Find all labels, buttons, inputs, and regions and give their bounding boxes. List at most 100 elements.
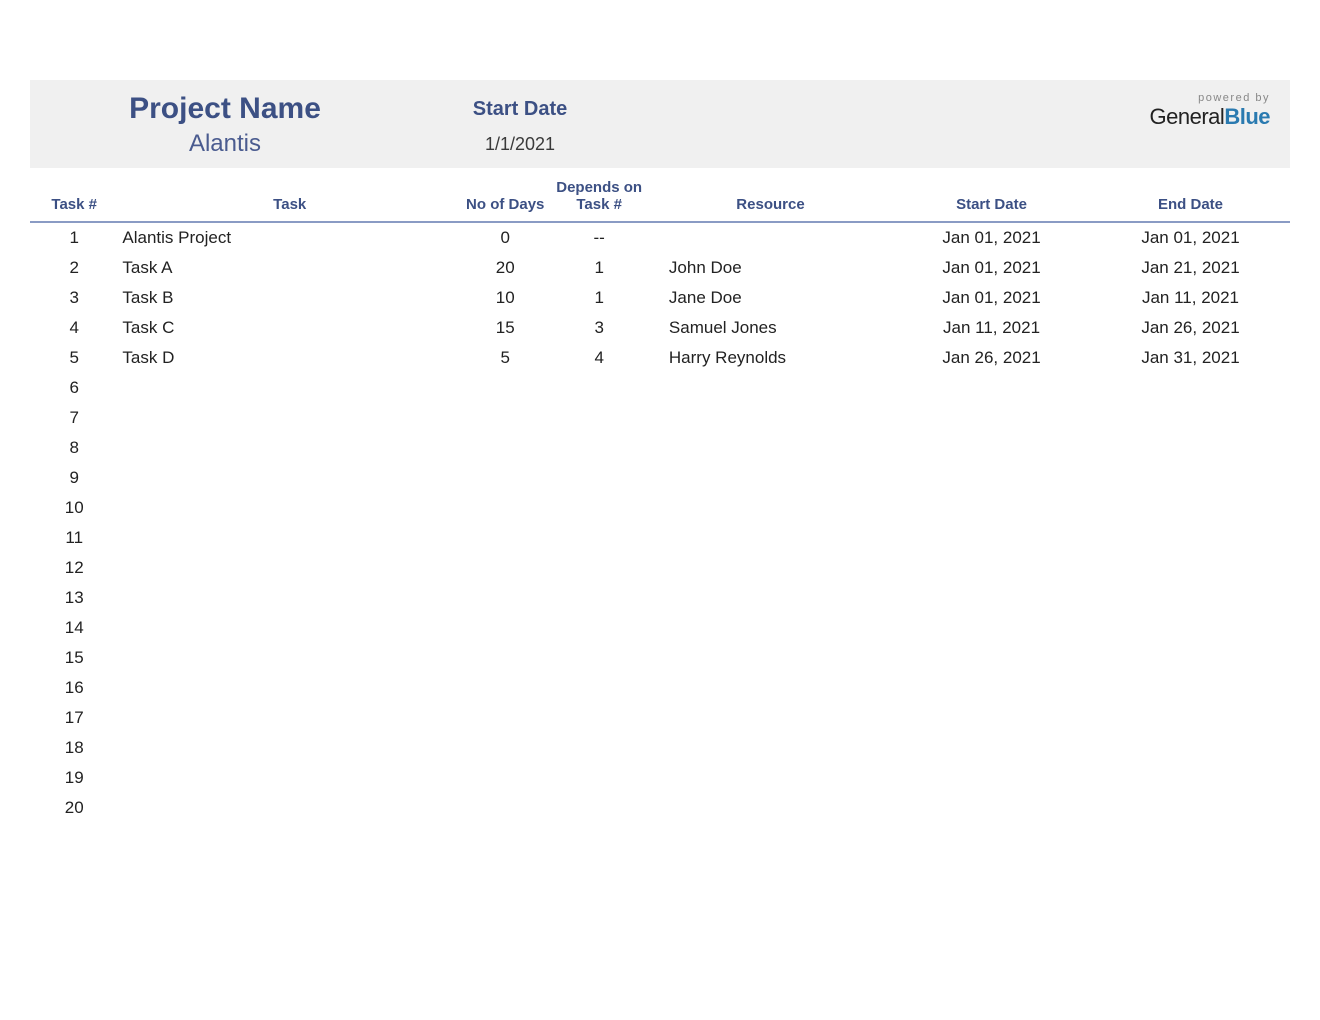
cell-task-num: 19 xyxy=(30,763,118,793)
cell-resource xyxy=(649,613,892,643)
cell-no-of-days xyxy=(461,613,549,643)
cell-task xyxy=(118,523,461,553)
cell-start-date xyxy=(892,553,1091,583)
brand-name: GeneralBlue xyxy=(1150,104,1270,129)
brand-logo: powered by GeneralBlue xyxy=(1150,92,1270,130)
cell-end-date xyxy=(1091,673,1290,703)
project-name-value: Alantis xyxy=(30,130,420,158)
cell-end-date xyxy=(1091,703,1290,733)
cell-end-date xyxy=(1091,403,1290,433)
cell-task-num: 3 xyxy=(30,283,118,313)
cell-task-num: 4 xyxy=(30,313,118,343)
cell-resource xyxy=(649,523,892,553)
table-row: 3Task B101Jane DoeJan 01, 2021Jan 11, 20… xyxy=(30,283,1290,313)
cell-task xyxy=(118,553,461,583)
cell-depends-on xyxy=(549,613,648,643)
cell-resource xyxy=(649,673,892,703)
cell-depends-on xyxy=(549,643,648,673)
col-header-task-num: Task # xyxy=(30,172,118,222)
cell-task xyxy=(118,403,461,433)
project-name-label: Project Name xyxy=(30,92,420,126)
cell-no-of-days: 5 xyxy=(461,343,549,373)
cell-start-date: Jan 26, 2021 xyxy=(892,343,1091,373)
cell-no-of-days: 20 xyxy=(461,253,549,283)
cell-task xyxy=(118,433,461,463)
cell-end-date xyxy=(1091,373,1290,403)
cell-depends-on: 1 xyxy=(549,283,648,313)
cell-end-date xyxy=(1091,493,1290,523)
cell-depends-on xyxy=(549,523,648,553)
cell-task xyxy=(118,463,461,493)
cell-resource xyxy=(649,222,892,253)
cell-resource: Samuel Jones xyxy=(649,313,892,343)
cell-depends-on xyxy=(549,463,648,493)
table-row: 12 xyxy=(30,553,1290,583)
cell-start-date xyxy=(892,703,1091,733)
cell-start-date xyxy=(892,523,1091,553)
table-row: 5Task D54Harry ReynoldsJan 26, 2021Jan 3… xyxy=(30,343,1290,373)
cell-task xyxy=(118,643,461,673)
table-row: 15 xyxy=(30,643,1290,673)
table-row: 20 xyxy=(30,793,1290,823)
cell-task-num: 16 xyxy=(30,673,118,703)
cell-no-of-days xyxy=(461,793,549,823)
cell-resource xyxy=(649,493,892,523)
cell-start-date: Jan 01, 2021 xyxy=(892,283,1091,313)
cell-resource xyxy=(649,733,892,763)
cell-depends-on xyxy=(549,583,648,613)
cell-resource xyxy=(649,433,892,463)
cell-task xyxy=(118,613,461,643)
cell-resource xyxy=(649,403,892,433)
cell-task: Task A xyxy=(118,253,461,283)
cell-task xyxy=(118,373,461,403)
cell-no-of-days: 15 xyxy=(461,313,549,343)
cell-no-of-days: 0 xyxy=(461,222,549,253)
cell-task-num: 15 xyxy=(30,643,118,673)
cell-resource xyxy=(649,463,892,493)
cell-start-date xyxy=(892,493,1091,523)
cell-task-num: 7 xyxy=(30,403,118,433)
cell-depends-on xyxy=(549,703,648,733)
cell-depends-on xyxy=(549,403,648,433)
cell-task-num: 2 xyxy=(30,253,118,283)
cell-task xyxy=(118,763,461,793)
cell-resource xyxy=(649,553,892,583)
cell-start-date xyxy=(892,463,1091,493)
table-row: 7 xyxy=(30,403,1290,433)
cell-task xyxy=(118,703,461,733)
table-row: 11 xyxy=(30,523,1290,553)
cell-end-date: Jan 21, 2021 xyxy=(1091,253,1290,283)
table-row: 6 xyxy=(30,373,1290,403)
table-row: 16 xyxy=(30,673,1290,703)
table-row: 13 xyxy=(30,583,1290,613)
cell-end-date xyxy=(1091,433,1290,463)
cell-resource xyxy=(649,643,892,673)
table-row: 9 xyxy=(30,463,1290,493)
cell-task-num: 11 xyxy=(30,523,118,553)
table-row: 14 xyxy=(30,613,1290,643)
cell-end-date: Jan 26, 2021 xyxy=(1091,313,1290,343)
cell-task-num: 17 xyxy=(30,703,118,733)
cell-task-num: 5 xyxy=(30,343,118,373)
cell-resource xyxy=(649,703,892,733)
cell-depends-on xyxy=(549,373,648,403)
cell-end-date xyxy=(1091,523,1290,553)
cell-task-num: 20 xyxy=(30,793,118,823)
cell-end-date xyxy=(1091,793,1290,823)
cell-start-date: Jan 11, 2021 xyxy=(892,313,1091,343)
tasks-table-head: Task # Task No of Days Depends on Task #… xyxy=(30,172,1290,222)
cell-depends-on xyxy=(549,733,648,763)
table-row: 8 xyxy=(30,433,1290,463)
cell-start-date xyxy=(892,673,1091,703)
cell-end-date xyxy=(1091,643,1290,673)
tasks-table: Task # Task No of Days Depends on Task #… xyxy=(30,172,1290,823)
cell-end-date xyxy=(1091,613,1290,643)
table-row: 2Task A201John DoeJan 01, 2021Jan 21, 20… xyxy=(30,253,1290,283)
brand-blue-text: Blue xyxy=(1224,104,1270,129)
cell-start-date xyxy=(892,643,1091,673)
cell-task-num: 13 xyxy=(30,583,118,613)
cell-task-num: 9 xyxy=(30,463,118,493)
col-header-task: Task xyxy=(118,172,461,222)
cell-depends-on: 4 xyxy=(549,343,648,373)
cell-task xyxy=(118,493,461,523)
